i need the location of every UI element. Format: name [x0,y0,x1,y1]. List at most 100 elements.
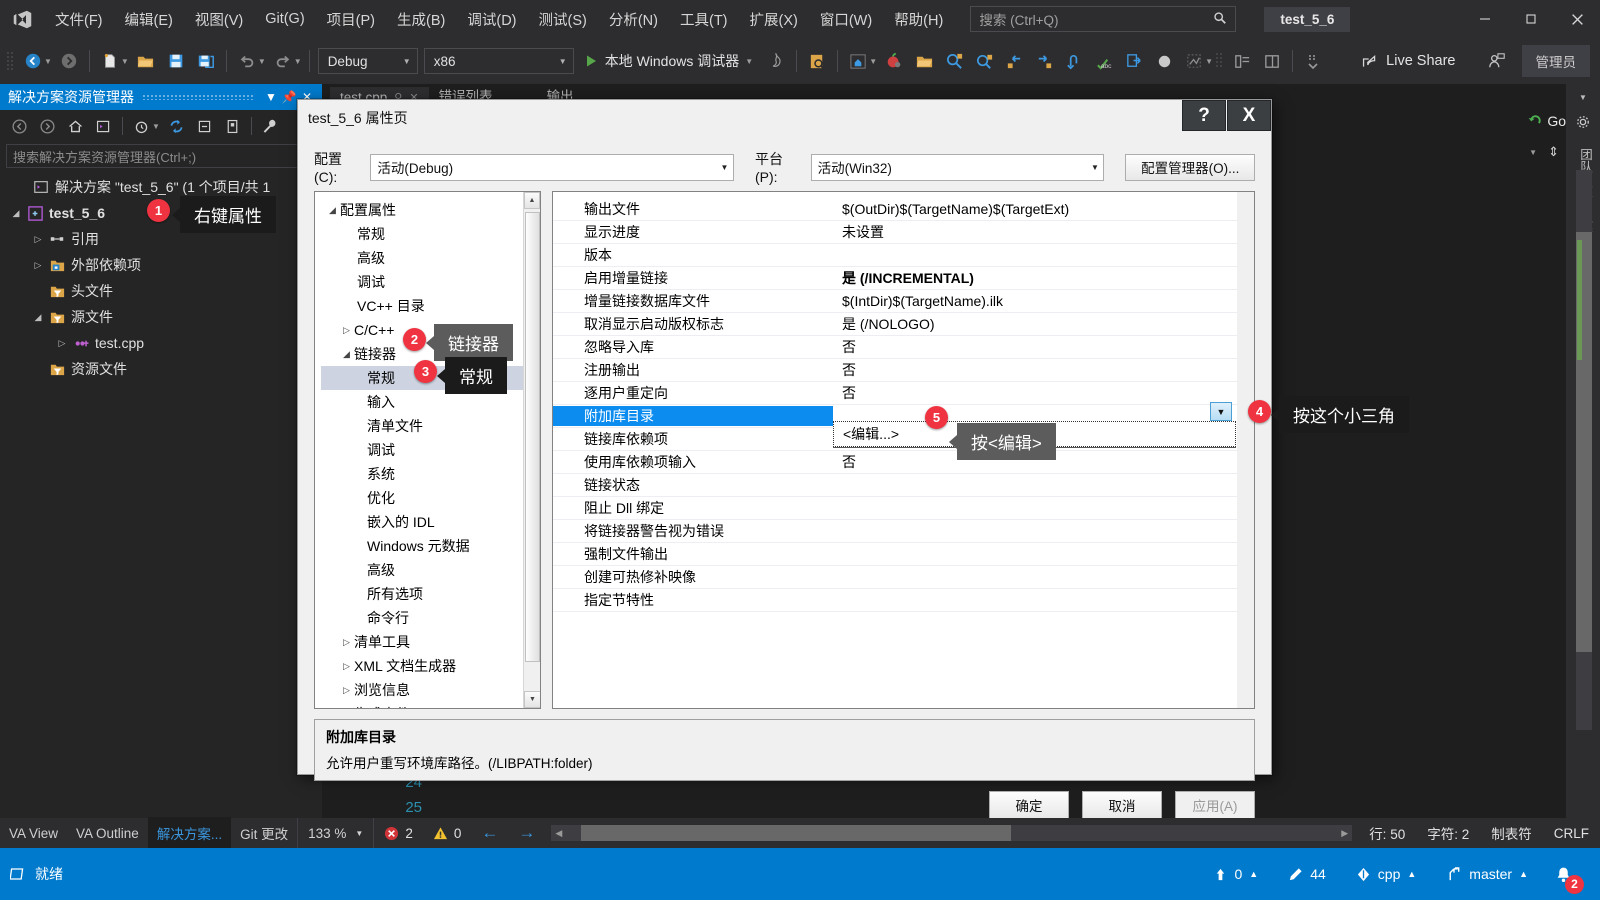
prop-tree-build-events[interactable]: ▷生成事件 [321,702,540,710]
menu-view[interactable]: 视图(V) [184,5,254,34]
expander-expanded-icon[interactable]: ◢ [339,349,354,360]
tree-scrollbar[interactable]: ▲ ▼ [523,192,540,708]
property-dropdown-button[interactable]: ▼ [1210,402,1232,421]
table-row[interactable]: 注册输出 否 [553,359,1254,382]
table-row[interactable]: 创建可热修补映像 [553,566,1254,589]
open-folder-icon[interactable] [909,46,939,76]
save-icon[interactable] [161,46,191,76]
menu-window[interactable]: 窗口(W) [809,5,883,34]
editor-vertical-scrollbar[interactable] [1576,170,1592,730]
prop-tree-browse-info[interactable]: ▷ 浏览信息 [321,678,540,702]
open-file-icon[interactable] [131,46,161,76]
expander-collapsed-icon[interactable]: ▷ [339,685,354,696]
table-row[interactable]: 版本 [553,244,1254,267]
prop-tree-command-line[interactable]: 命令行 [321,606,540,630]
toolbar-grip[interactable] [6,50,16,72]
chevron-down-icon[interactable]: ▼ [1086,155,1103,180]
step-back-icon[interactable] [999,46,1029,76]
menu-file[interactable]: 文件(F) [44,5,114,34]
gear-icon[interactable] [1566,110,1600,134]
scrollbar-thumb[interactable] [581,825,1012,841]
table-row[interactable]: 逐用户重定向 否 [553,382,1254,405]
expander-expanded-icon[interactable]: ◢ [30,312,46,323]
dialog-help-button[interactable]: ? [1182,100,1226,131]
pending-changes-indicator[interactable]: 0 ▲ [1201,866,1271,882]
toolbar-overflow-icon[interactable] [1298,46,1328,76]
layout-left-icon[interactable] [1227,46,1257,76]
tree-item-header-files[interactable]: 头文件 [0,278,322,304]
property-value[interactable]: 否 [833,383,1254,403]
warning-count[interactable]: 0 [423,826,472,841]
grid-scrollbar[interactable] [1237,192,1254,708]
table-row[interactable]: 将链接器警告视为错误 [553,520,1254,543]
split-vertical-icon[interactable]: ⇕ [1541,140,1566,164]
chevron-down-icon[interactable]: ▼ [745,57,753,66]
solution-view-icon[interactable] [90,113,117,139]
expander-expanded-icon[interactable]: ◢ [8,208,24,219]
table-row[interactable]: 指定节特性 [553,589,1254,612]
table-row[interactable]: 取消显示启动版权标志 是 (/NOLOGO) [553,313,1254,336]
redo-dropdown-icon[interactable]: ▼ [294,57,302,66]
solution-platform-combo[interactable]: x86 ▼ [423,48,574,74]
dropdown-option-edit[interactable]: <编辑...> [843,424,899,444]
tree-item-test-cpp[interactable]: ▷ test.cpp [0,330,322,356]
solution-search-input[interactable]: 搜索解决方案资源管理器(Ctrl+;) [6,144,316,168]
nav-forward-icon[interactable]: → [508,823,545,843]
table-row[interactable]: 增量链接数据库文件 $(IntDir)$(TargetName).ilk [553,290,1254,313]
property-value[interactable]: $(OutDir)$(TargetName)$(TargetExt) [833,201,1254,217]
prop-tree-linker-input[interactable]: 输入 [321,390,540,414]
prop-tree-windows-metadata[interactable]: Windows 元数据 [321,534,540,558]
new-project-dropdown-icon[interactable]: ▼ [121,57,129,66]
error-count[interactable]: 2 [374,826,423,841]
table-row[interactable]: 忽略导入库 否 [553,336,1254,359]
navigate-forward-icon[interactable] [54,46,84,76]
table-row[interactable]: 阻止 Dll 绑定 [553,497,1254,520]
forward-icon[interactable] [34,113,61,139]
tab-git-changes[interactable]: Git 更改 [231,817,297,849]
goto-icon[interactable] [1059,46,1089,76]
menu-debug[interactable]: 调试(D) [456,5,527,34]
menu-tools[interactable]: 工具(T) [669,5,739,34]
toolbar-grip-2[interactable] [1215,50,1225,72]
prop-tree-xml-doc-generator[interactable]: ▷ XML 文档生成器 [321,654,540,678]
nuget-icon[interactable] [879,46,909,76]
table-row[interactable]: 强制文件输出 [553,543,1254,566]
menu-help[interactable]: 帮助(H) [883,5,954,34]
zoom-level-combo[interactable]: 133 % ▼ [297,818,375,848]
expander-collapsed-icon[interactable]: ▷ [30,234,46,245]
expander-collapsed-icon[interactable]: ▷ [339,661,354,672]
prop-tree-debugging[interactable]: 调试 [321,270,540,294]
close-button[interactable] [1554,0,1600,38]
zoom-out-icon[interactable] [969,46,999,76]
horizontal-scrollbar[interactable]: ◀ ▶ [551,825,1353,841]
prop-tree-optimization[interactable]: 优化 [321,486,540,510]
property-value[interactable]: 是 (/NOLOGO) [833,314,1254,334]
expander-collapsed-icon[interactable]: ▷ [339,637,354,648]
search-input[interactable]: 搜索 (Ctrl+Q) [970,6,1237,32]
tab-solution-explorer[interactable]: 解决方案... [147,817,232,849]
feedback-icon[interactable] [1482,46,1512,76]
collapse-all-icon[interactable] [191,113,218,139]
undo-dropdown-icon[interactable]: ▼ [258,57,266,66]
expander-collapsed-icon[interactable]: ▷ [339,709,354,710]
pending-changes-icon[interactable] [128,113,155,139]
tab-va-outline[interactable]: VA Outline [67,820,148,847]
prop-tree-embedded-idl[interactable]: 嵌入的 IDL [321,510,540,534]
solution-config-combo[interactable]: Debug ▼ [317,48,418,74]
spell-check-icon[interactable]: abc [1089,46,1119,76]
start-debugging-button[interactable]: 本地 Windows 调试器 ▼ [577,51,762,71]
expander-collapsed-icon[interactable]: ▷ [54,338,70,349]
chevron-down-icon[interactable]: ▼ [716,155,733,180]
cancel-button[interactable]: 取消 [1082,791,1162,819]
config-manager-button[interactable]: 配置管理器(O)... [1125,153,1255,181]
scroll-up-button[interactable]: ▲ [524,192,540,209]
menu-git[interactable]: Git(G) [254,7,315,31]
prop-tree-linker-debugging[interactable]: 调试 [321,438,540,462]
table-row[interactable]: 启用增量链接 是 (/INCREMENTAL) [553,267,1254,290]
tree-item-source-files[interactable]: ◢ 源文件 [0,304,322,330]
scroll-left-icon[interactable]: ◀ [555,828,562,839]
back-dropdown-icon[interactable]: ▼ [44,57,52,66]
menu-project[interactable]: 项目(P) [316,5,386,34]
chevron-up-icon[interactable]: ▲ [1407,869,1416,879]
menu-extensions[interactable]: 扩展(X) [739,5,809,34]
